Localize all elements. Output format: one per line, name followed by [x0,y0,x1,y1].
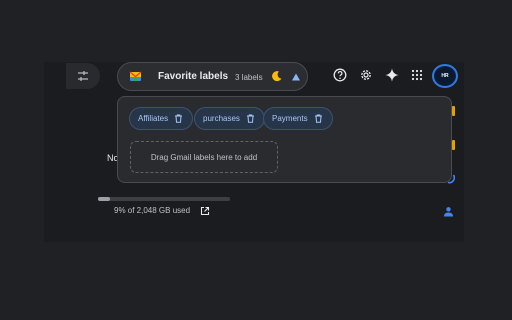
account-avatar[interactable]: HR [432,64,458,88]
trash-icon[interactable] [174,114,183,123]
settings-button[interactable] [357,66,375,84]
label-chip-name: Payments [272,114,308,123]
label-drop-zone[interactable]: Drag Gmail labels here to add [130,141,278,173]
storage-text: 9% of 2,048 GB used [114,206,191,215]
apps-button[interactable] [408,66,426,84]
filter-button[interactable] [66,63,100,89]
label-chip[interactable]: Payments [263,107,333,130]
label-chip-name: purchases [203,114,240,123]
envelope-icon [129,71,142,81]
gemini-button[interactable] [383,66,401,84]
label-chip[interactable]: purchases [194,107,265,130]
trash-icon[interactable] [314,114,323,123]
help-icon [333,68,347,82]
sparkle-icon [385,68,399,82]
favorite-labels-header[interactable]: Favorite labels 3 labels [117,62,308,91]
moon-icon[interactable] [271,70,283,82]
triangle-up-icon[interactable] [291,72,301,82]
avatar-initials: HR [441,73,449,79]
label-chip[interactable]: Affiliates [129,107,194,130]
rail-marker [452,106,455,116]
favorite-labels-panel: Affiliates purchases Payments Drag Gmail… [117,96,452,183]
label-count: 3 labels [235,73,263,82]
rail-marker [452,140,455,150]
open-in-new-icon[interactable] [200,206,210,216]
storage-bar-fill [98,197,110,201]
storage-bar [98,197,230,201]
label-chip-name: Affiliates [138,114,169,123]
trash-icon[interactable] [246,114,255,123]
apps-grid-icon [411,69,423,81]
help-button[interactable] [331,66,349,84]
panel-title: Favorite labels [158,71,229,82]
gear-icon [361,70,371,80]
contacts-icon[interactable] [443,206,454,217]
tune-icon [78,71,88,81]
